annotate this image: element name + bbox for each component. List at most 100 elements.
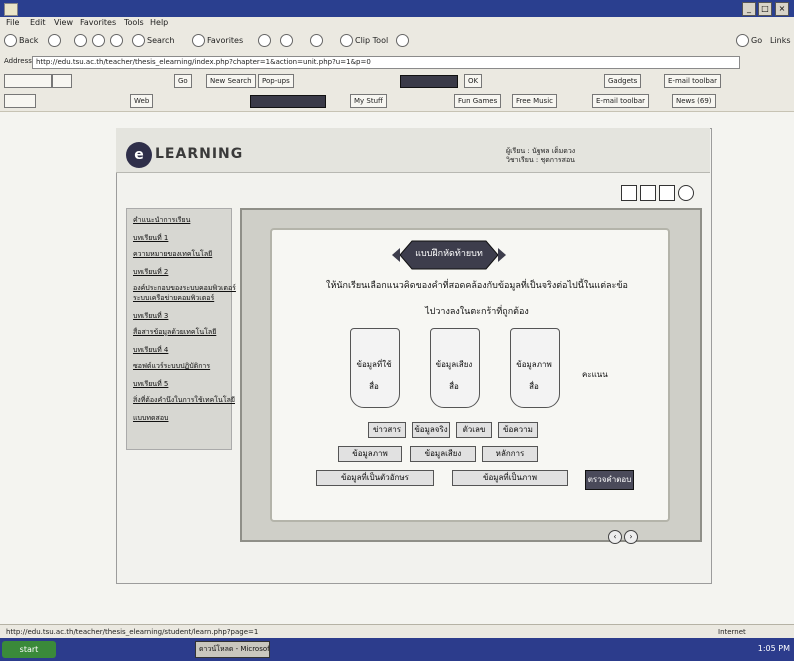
sidebar-item-lesson5[interactable]: บทเรียนที่ 5	[133, 379, 168, 390]
menu-favorites[interactable]: Favorites	[80, 18, 116, 27]
my-stuff-button[interactable]: My Stuff	[350, 94, 387, 108]
clip-icon	[340, 34, 353, 47]
messenger-icon	[396, 34, 409, 47]
sidebar-item-lesson1[interactable]: บทเรียนที่ 1	[133, 233, 168, 244]
cup-3-label: ข้อมูลภาพ	[516, 360, 552, 369]
address-input[interactable]: http://edu.tsu.ac.th/teacher/thesis_elea…	[32, 56, 740, 69]
sidebar-item-lesson2[interactable]: บทเรียนที่ 2	[133, 267, 168, 278]
back-arrow-icon	[4, 34, 17, 47]
links-button[interactable]: Links	[770, 34, 791, 48]
system-tray-clock: 1:05 PM	[757, 644, 790, 653]
messenger-button[interactable]	[396, 34, 411, 48]
sidebar-item-lesson4-title[interactable]: ซอฟต์แวร์ระบบปฏิบัติการ	[133, 361, 210, 372]
option-image-data[interactable]: ข้อมูลภาพ	[338, 446, 402, 462]
question-subtext: ไปวางลงในตะกร้าที่ถูกต้อง	[425, 307, 529, 317]
stop-icon	[74, 34, 87, 47]
sidebar-item-test[interactable]: แบบทดสอบ	[133, 413, 168, 424]
taskbar-item[interactable]: ดาวน์โหลด - Microsoft Internet Explorer	[195, 641, 270, 658]
menu-tools[interactable]: Tools	[124, 18, 144, 27]
option-text[interactable]: ข้อความ	[498, 422, 538, 438]
sidebar-item-lesson1-title[interactable]: ความหมายของเทคโนโลยี	[133, 249, 212, 260]
ie-icon	[4, 3, 18, 16]
window-titlebar: _ □ ×	[0, 0, 794, 17]
menu-view[interactable]: View	[54, 18, 73, 27]
option-picture-data[interactable]: ข้อมูลที่เป็นภาพ	[452, 470, 568, 486]
new-search-button[interactable]: New Search	[206, 74, 256, 88]
sidebar-item-instructions[interactable]: คำแนะนำการเรียน	[133, 215, 190, 226]
clip-tool-button[interactable]: Clip Tool	[340, 34, 388, 48]
minimize-button[interactable]: _	[742, 2, 756, 16]
user-info: ผู้เรียน : นัฐพล เต็มดวง วิชาเรียน : ชุด…	[506, 147, 575, 165]
favorites-button[interactable]: Favorites	[192, 34, 243, 48]
free-music-button[interactable]: Free Music	[512, 94, 557, 108]
toolbar-logo	[4, 74, 52, 88]
back-button[interactable]: Back	[4, 34, 38, 48]
question-text: ให้นักเรียนเลือกแนวคิดของคำที่สอดคล้องกั…	[326, 281, 628, 291]
lesson-sidebar: คำแนะนำการเรียน บทเรียนที่ 1 ความหมายของ…	[126, 208, 236, 450]
toolbar-menu-button[interactable]	[52, 74, 72, 88]
option-sound-data[interactable]: ข้อมูลเสียง	[410, 446, 476, 462]
home-page-icon[interactable]	[621, 185, 637, 201]
mail-icon	[280, 34, 293, 47]
fun-games-button[interactable]: Fun Games	[454, 94, 502, 108]
menu-edit[interactable]: Edit	[30, 18, 46, 27]
refresh-button[interactable]	[92, 34, 107, 48]
forward-arrow-icon	[48, 34, 61, 47]
news-button[interactable]: News (69)	[672, 94, 716, 108]
home-icon	[110, 34, 123, 47]
gadgets-button[interactable]: Gadgets	[604, 74, 642, 88]
search-field[interactable]	[400, 75, 458, 88]
ok-button[interactable]: OK	[464, 74, 483, 88]
search-button[interactable]: Search	[132, 34, 174, 48]
option-text-data[interactable]: ข้อมูลที่เป็นตัวอักษร	[316, 470, 434, 486]
sidebar-item-lesson4[interactable]: บทเรียนที่ 4	[133, 345, 168, 356]
print-button[interactable]	[310, 34, 325, 48]
status-bar: http://edu.tsu.ac.th/teacher/thesis_elea…	[0, 624, 794, 639]
popups-button[interactable]: Pop-ups	[258, 74, 294, 88]
next-arrow-icon[interactable]: ›	[624, 530, 638, 544]
forward-button[interactable]	[48, 34, 63, 48]
option-fact[interactable]: ข้อมูลจริง	[412, 422, 450, 438]
go-button[interactable]: Go	[736, 34, 762, 48]
stop-button[interactable]	[74, 34, 89, 48]
option-number[interactable]: ตัวเลข	[456, 422, 492, 438]
email-toolbar-button[interactable]: E-mail toolbar	[664, 74, 722, 88]
prev-arrow-icon[interactable]: ‹	[608, 530, 622, 544]
sidebar-item-lesson3[interactable]: บทเรียนที่ 3	[133, 311, 168, 322]
go-arrow-icon	[736, 34, 749, 47]
menu-bar: File Edit View Favorites Tools Help	[0, 17, 794, 32]
history-button[interactable]	[258, 34, 273, 48]
close-button[interactable]: ×	[775, 2, 789, 16]
web-button[interactable]: Web	[130, 94, 154, 108]
user-name: ผู้เรียน : นัฐพล เต็มดวง	[506, 147, 576, 155]
site-logo-text: LEARNING	[155, 146, 244, 162]
sidebar-item-lesson2-sub[interactable]: ระบบเครือข่ายคอมพิวเตอร์	[133, 293, 214, 304]
sidebar-item-lesson5-title[interactable]: สิ่งที่ต้องคำนึงในการใช้เทคโนโลยี	[133, 395, 235, 406]
email-toolbar-button-2[interactable]: E-mail toolbar	[592, 94, 650, 108]
toolbar-go-button[interactable]: Go	[174, 74, 192, 88]
page-nav: ‹ ›	[606, 530, 638, 544]
mail-button[interactable]	[280, 34, 295, 48]
menu-help[interactable]: Help	[150, 18, 168, 27]
course-name: วิชาเรียน : ชุดการสอน	[506, 156, 575, 164]
exit-icon[interactable]	[678, 185, 694, 201]
sidebar-item-lesson3-title[interactable]: สื่อสารข้อมูลด้วยเทคโนโลยี	[133, 327, 216, 338]
cup-1-label: ข้อมูลที่ใช้	[356, 360, 392, 369]
help-icon[interactable]	[659, 185, 675, 201]
print-icon	[310, 34, 323, 47]
links-toolbar: Web My Stuff Fun Games Free Music E-mail…	[0, 91, 794, 112]
start-button[interactable]: start	[2, 641, 56, 658]
status-url: http://edu.tsu.ac.th/teacher/thesis_elea…	[6, 628, 259, 636]
address-label: Address	[4, 57, 32, 65]
status-zone: Internet	[718, 628, 746, 636]
toolbar3-search-field[interactable]	[250, 95, 326, 108]
menu-file[interactable]: File	[6, 18, 19, 27]
maximize-button[interactable]: □	[758, 2, 772, 16]
home-button[interactable]	[110, 34, 125, 48]
site-logo-icon: e	[126, 142, 152, 168]
option-news[interactable]: ข่าวสาร	[368, 422, 406, 438]
star-icon	[192, 34, 205, 47]
option-principle[interactable]: หลักการ	[482, 446, 538, 462]
book-icon[interactable]	[640, 185, 656, 201]
check-answer-button[interactable]: ตรวจคำตอบ	[585, 470, 634, 490]
